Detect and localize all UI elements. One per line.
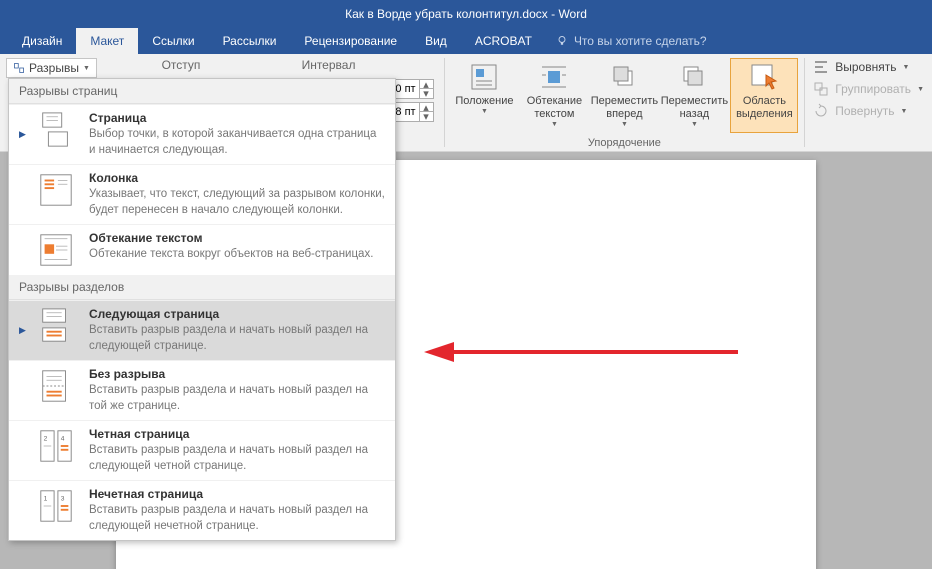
svg-text:3: 3	[61, 495, 65, 502]
tell-me[interactable]: Что вы хотите сделать?	[546, 28, 717, 54]
current-marker-icon: ▶	[19, 129, 25, 140]
wrap-icon	[538, 61, 570, 93]
ribbon-tabs: Дизайн Макет Ссылки Рассылки Рецензирова…	[0, 28, 932, 54]
rotate-button[interactable]: Повернуть ▼	[811, 102, 926, 120]
break-text-wrap[interactable]: Обтекание текстомОбтекание текста вокруг…	[9, 224, 395, 275]
dropdown-section-pages: Разрывы страниц	[9, 79, 395, 104]
title-bar: Как в Ворде убрать колонтитул.docx - Wor…	[0, 0, 932, 28]
dropdown-section-sections: Разрывы разделов	[9, 275, 395, 300]
rotate-icon	[813, 103, 829, 119]
indent-label: Отступ	[162, 58, 302, 72]
breaks-button[interactable]: Разрывы ▼	[6, 58, 97, 78]
breaks-icon	[13, 62, 25, 74]
break-page[interactable]: ▶ СтраницаВыбор точки, в которой заканчи…	[9, 104, 395, 164]
svg-text:2: 2	[44, 435, 48, 442]
column-break-icon	[37, 171, 75, 209]
tab-acrobat[interactable]: ACROBAT	[461, 28, 546, 54]
arrow-icon	[422, 339, 742, 365]
bulb-icon	[556, 35, 568, 47]
annotation-arrow	[422, 339, 742, 370]
spinner-down[interactable]: ▾	[420, 89, 433, 98]
break-odd-page[interactable]: 13 Нечетная страницаВставить разрыв разд…	[9, 480, 395, 540]
odd-page-icon: 13	[37, 487, 75, 525]
position-button[interactable]: Положение▼	[450, 58, 518, 133]
arrange-group-label: Упорядочение	[588, 137, 661, 149]
tab-layout[interactable]: Макет	[76, 28, 138, 54]
break-even-page[interactable]: 24 Четная страницаВставить разрыв раздел…	[9, 420, 395, 480]
svg-text:4: 4	[61, 435, 65, 442]
even-page-icon: 24	[37, 427, 75, 465]
next-page-icon	[37, 307, 75, 345]
selection-pane-button[interactable]: Область выделения	[730, 58, 798, 133]
tab-view[interactable]: Вид	[411, 28, 461, 54]
position-icon	[468, 61, 500, 93]
tab-design[interactable]: Дизайн	[8, 28, 76, 54]
page-break-icon	[37, 111, 75, 149]
group-icon	[813, 81, 829, 97]
forward-icon	[608, 61, 640, 93]
send-backward-button[interactable]: Переместить назад▼	[660, 58, 728, 133]
window-title: Как в Ворде убрать колонтитул.docx - Wor…	[345, 7, 587, 21]
align-button[interactable]: Выровнять ▼	[811, 58, 926, 76]
arrange-group: Положение▼ Обтекание текстом▼ Переместит…	[444, 54, 804, 151]
wrap-text-button[interactable]: Обтекание текстом▼	[520, 58, 588, 133]
break-column[interactable]: КолонкаУказывает, что текст, следующий з…	[9, 164, 395, 224]
textwrap-break-icon	[37, 231, 75, 269]
align-icon	[813, 59, 829, 75]
backward-icon	[678, 61, 710, 93]
svg-text:1: 1	[44, 495, 48, 502]
break-continuous[interactable]: Без разрываВставить разрыв раздела и нач…	[9, 360, 395, 420]
group-button[interactable]: Группировать ▼	[811, 80, 926, 98]
chevron-down-icon: ▼	[83, 65, 90, 72]
breaks-dropdown: Разрывы страниц ▶ СтраницаВыбор точки, в…	[8, 78, 396, 541]
break-next-page[interactable]: ▶ Следующая страницаВставить разрыв разд…	[9, 300, 395, 360]
interval-label: Интервал	[302, 58, 356, 72]
tab-mailings[interactable]: Рассылки	[209, 28, 291, 54]
selection-pane-icon	[748, 61, 780, 93]
tab-review[interactable]: Рецензирование	[290, 28, 411, 54]
spinner-down[interactable]: ▾	[420, 112, 433, 121]
bring-forward-button[interactable]: Переместить вперед▼	[590, 58, 658, 133]
current-marker-icon: ▶	[19, 325, 25, 336]
continuous-icon	[37, 367, 75, 405]
tab-links[interactable]: Ссылки	[138, 28, 208, 54]
